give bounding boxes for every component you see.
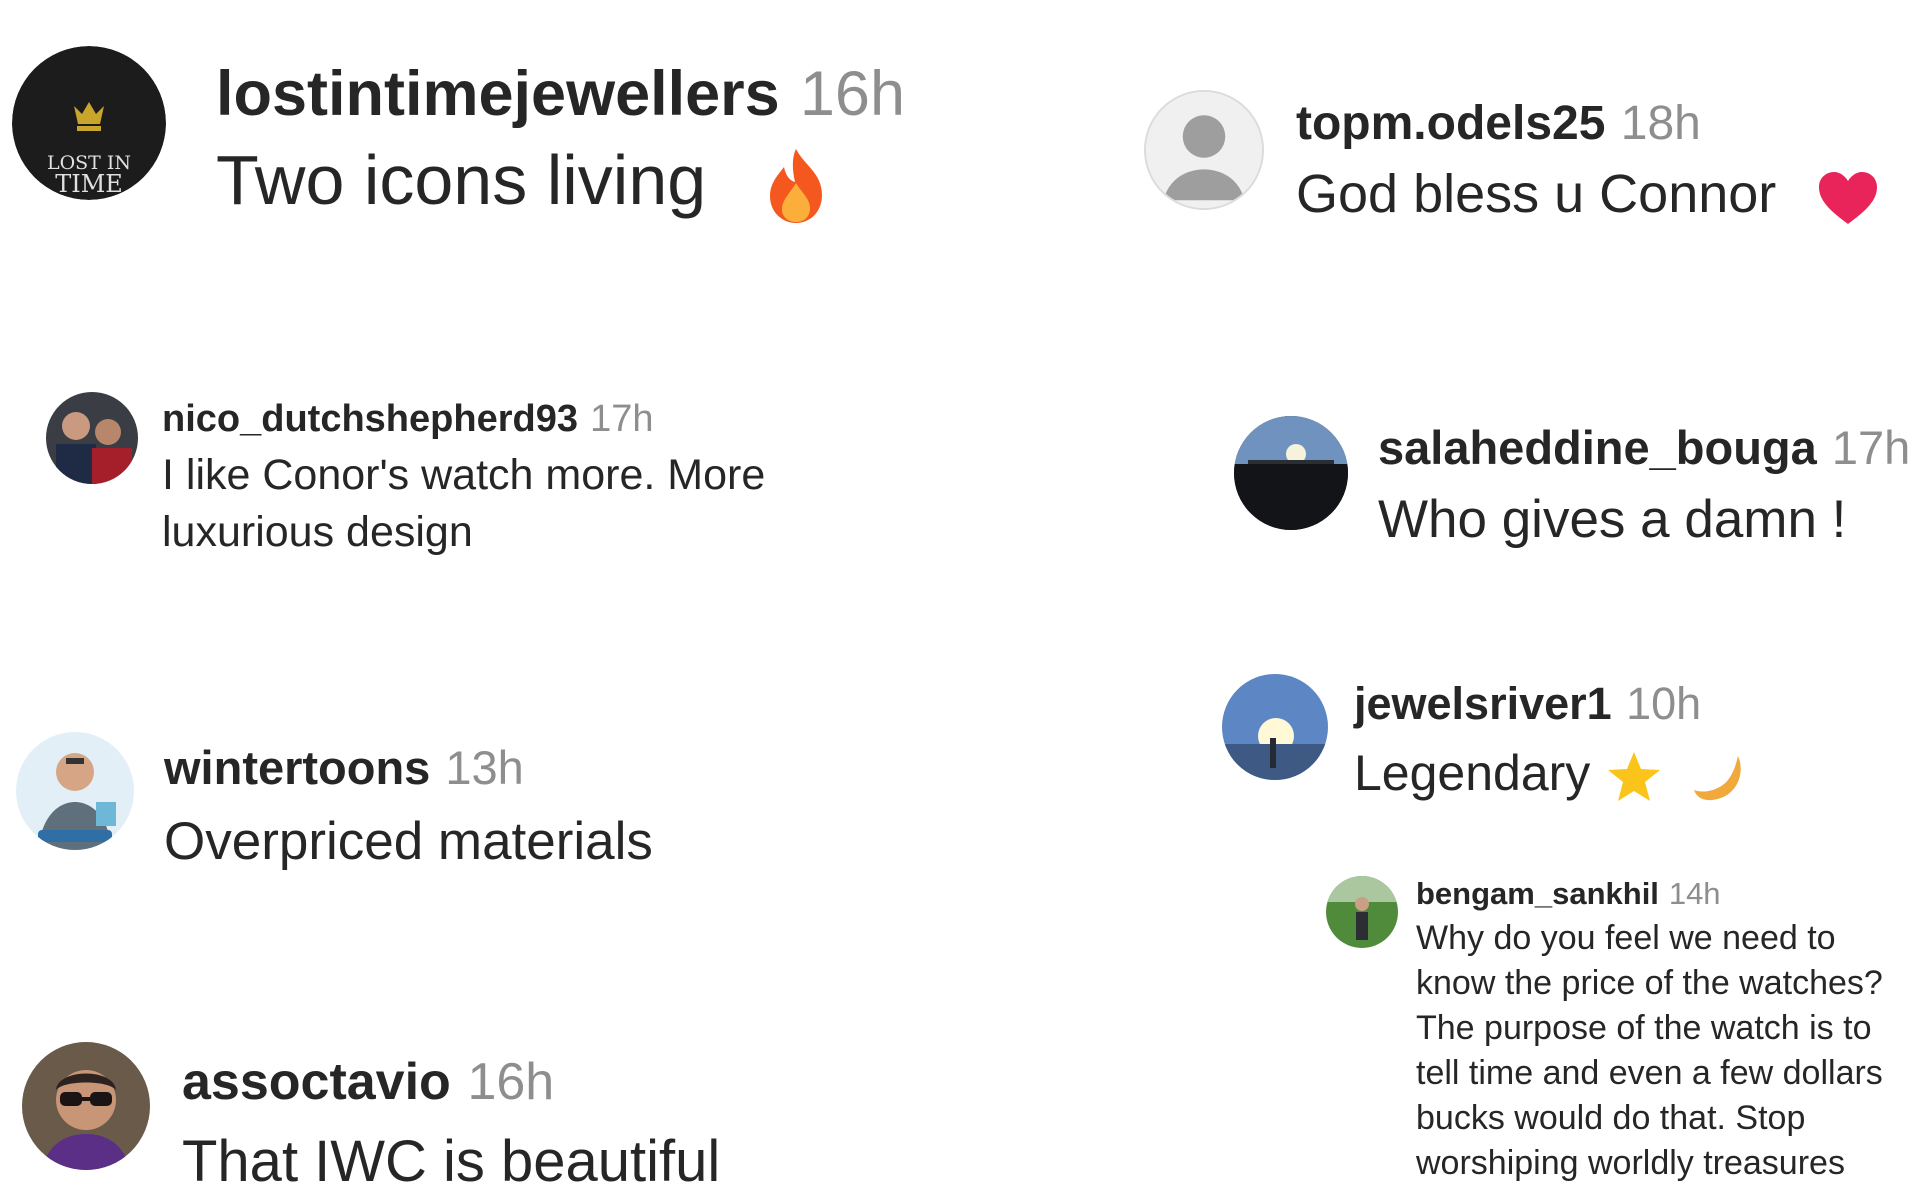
comment-lostintimejewellers: LOST IN TIME lostintimejewellers 16h Two… xyxy=(12,46,905,225)
avatar-jewelsriver1[interactable] xyxy=(1222,674,1328,780)
timestamp: 16h xyxy=(467,1053,555,1111)
comment-text: That IWC is beautiful xyxy=(182,1129,721,1194)
username[interactable]: salaheddine_bouga xyxy=(1378,420,1817,475)
avatar-assoctavio[interactable] xyxy=(22,1042,150,1170)
username[interactable]: jewelsriver1 xyxy=(1354,678,1612,730)
username[interactable]: lostintimejewellers xyxy=(216,58,780,130)
timestamp: 10h xyxy=(1626,678,1702,729)
avatar-bengam-sankhil[interactable] xyxy=(1326,876,1398,948)
avatar-salaheddine-bouga[interactable] xyxy=(1234,416,1348,530)
comment-text: Two icons living xyxy=(216,141,707,219)
username[interactable]: topm.odels25 xyxy=(1296,96,1605,151)
fire-icon xyxy=(764,147,828,225)
cartoon-avatar xyxy=(16,732,134,850)
avatar-nico-dutchshepherd93[interactable] xyxy=(46,392,138,484)
heart-icon xyxy=(1817,170,1879,226)
timestamp: 16h xyxy=(799,59,905,129)
comment-assoctavio: assoctavio 16h That IWC is beautiful xyxy=(22,1042,720,1195)
avatar-lostintimejewellers[interactable]: LOST IN TIME xyxy=(12,46,166,200)
comment-text: Legendary xyxy=(1354,745,1591,801)
profile-photo xyxy=(1326,876,1398,948)
comment-text-row: Legendary xyxy=(1354,744,1746,804)
lost-in-time-logo: LOST IN TIME xyxy=(12,46,166,200)
timestamp: 13h xyxy=(445,741,524,794)
timestamp: 17h xyxy=(590,398,654,440)
star-icon xyxy=(1606,750,1662,804)
timestamp: 18h xyxy=(1620,97,1701,150)
profile-photo xyxy=(46,392,138,484)
profile-photo xyxy=(22,1042,150,1170)
avatar-topm-odels25[interactable] xyxy=(1144,90,1264,210)
comment-text: God bless u Connor xyxy=(1296,164,1777,224)
crescent-moon-icon xyxy=(1692,750,1746,804)
comment-text-row: Two icons living xyxy=(216,140,905,225)
profile-photo xyxy=(1222,674,1328,780)
comment-nico-dutchshepherd93: nico_dutchshepherd93 17h I like Conor's … xyxy=(46,392,765,561)
comment-text-row: God bless u Connor xyxy=(1296,163,1879,226)
username[interactable]: wintertoons xyxy=(164,740,430,795)
comment-topm-odels25: topm.odels25 18h God bless u Connor xyxy=(1144,90,1879,226)
username[interactable]: nico_dutchshepherd93 xyxy=(162,398,578,441)
username[interactable]: assoctavio xyxy=(182,1052,451,1112)
svg-text:TIME: TIME xyxy=(55,170,123,198)
comment-text: Who gives a damn ! xyxy=(1378,490,1847,549)
comment-bengam-sankhil: bengam_sankhil 14h Why do you feel we ne… xyxy=(1326,876,1883,1186)
comment-text: Overpriced materials xyxy=(164,812,653,871)
username[interactable]: bengam_sankhil xyxy=(1416,876,1659,912)
default-profile-icon xyxy=(1146,92,1262,208)
avatar-wintertoons[interactable] xyxy=(16,732,134,850)
comment-wintertoons: wintertoons 13h Overpriced materials xyxy=(16,732,653,872)
comment-salaheddine-bouga: salaheddine_bouga 17h Who gives a damn ! xyxy=(1234,416,1910,550)
timestamp: 14h xyxy=(1668,876,1721,911)
timestamp: 17h xyxy=(1831,421,1911,474)
comment-text: I like Conor's watch more. More luxuriou… xyxy=(162,451,766,556)
profile-photo xyxy=(1234,416,1348,530)
comment-jewelsriver1: jewelsriver1 10h Legendary xyxy=(1222,674,1746,804)
comment-text: Why do you feel we need to know the pric… xyxy=(1416,919,1883,1182)
